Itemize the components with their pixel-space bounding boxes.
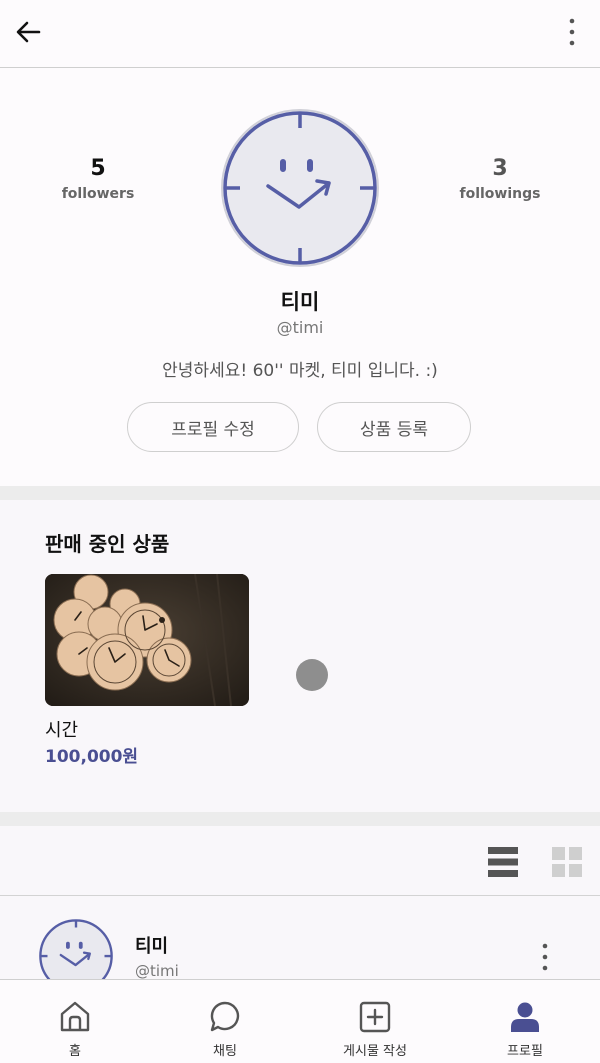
- top-app-bar: [0, 0, 600, 68]
- tab-home[interactable]: 홈: [0, 980, 150, 1063]
- tab-write-post[interactable]: 게시물 작성: [300, 980, 450, 1063]
- section-title: 판매 중인 상품: [45, 532, 170, 556]
- home-icon: [60, 1001, 90, 1032]
- profile-section: 5 followers 3 followings 티미 @timi 안녕하세요!…: [0, 68, 600, 486]
- profile-avatar: [220, 108, 380, 268]
- followings-label: followings: [459, 186, 541, 202]
- followers-count: 5: [90, 156, 106, 181]
- followers-stat[interactable]: 5 followers: [28, 156, 168, 202]
- pocket-watches-photo[interactable]: [45, 574, 249, 706]
- tab-label: 채팅: [213, 1044, 237, 1059]
- followings-count: 3: [492, 156, 508, 181]
- tab-profile[interactable]: 프로필: [450, 980, 600, 1063]
- view-toggle-bar: [0, 826, 600, 896]
- back-arrow-icon[interactable]: [14, 17, 44, 47]
- profile-name: 티미: [280, 290, 320, 314]
- post-item: 티미 @timi: [0, 896, 600, 979]
- tab-label: 게시물 작성: [343, 1044, 407, 1059]
- edit-profile-button[interactable]: 프로필 수정: [127, 402, 299, 452]
- plus-square-icon: [359, 1001, 391, 1033]
- post-author-name: 티미: [135, 936, 169, 957]
- followers-label: followers: [61, 186, 135, 202]
- product-price: 100,000원: [45, 747, 139, 767]
- loading-indicator: [296, 659, 328, 691]
- tab-label: 프로필: [507, 1044, 543, 1059]
- product-name: 시간: [45, 720, 79, 741]
- tab-chat[interactable]: 채팅: [150, 980, 300, 1063]
- avatar[interactable]: [38, 918, 114, 979]
- section-divider: [0, 486, 600, 500]
- followings-stat[interactable]: 3 followings: [430, 156, 570, 202]
- more-vertical-icon[interactable]: [562, 17, 582, 47]
- list-view-icon[interactable]: [486, 845, 520, 879]
- section-divider: [0, 812, 600, 826]
- bottom-tab-bar: 홈 채팅 게시물 작성 프로필: [0, 979, 600, 1063]
- grid-view-icon[interactable]: [550, 845, 584, 879]
- profile-bio: 안녕하세요! 60'' 마켓, 티미 입니다. :): [162, 361, 438, 381]
- post-author-handle: @timi: [135, 962, 179, 979]
- add-product-button[interactable]: 상품 등록: [317, 402, 471, 452]
- profile-handle: @timi: [276, 318, 324, 337]
- tab-label: 홈: [69, 1044, 81, 1059]
- user-icon: [511, 1002, 539, 1032]
- more-vertical-icon[interactable]: [535, 942, 555, 972]
- selling-products-section: 판매 중인 상품 시간 100,000원: [0, 500, 600, 812]
- chat-icon: [210, 1001, 240, 1032]
